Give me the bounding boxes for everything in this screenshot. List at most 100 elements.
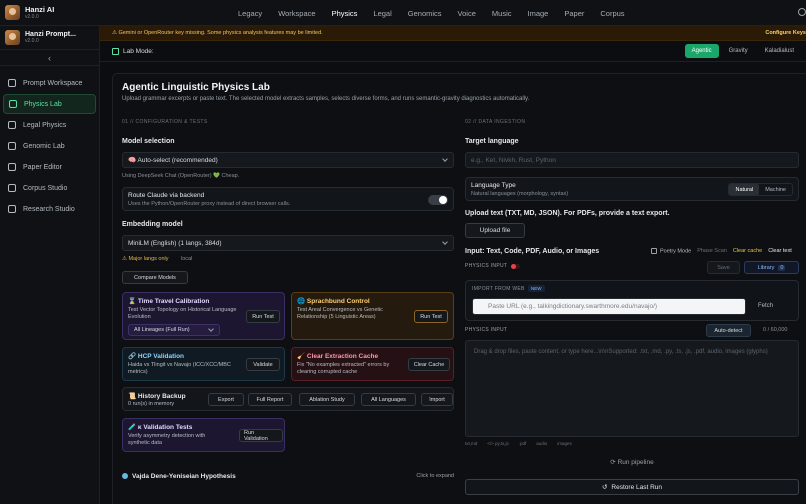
workspace-icon xyxy=(8,79,16,87)
all-languages-button[interactable]: All Languages xyxy=(361,393,416,406)
sidebar-item-paper-editor[interactable]: Paper Editor xyxy=(3,157,96,177)
workspace-version: v2.0.0 xyxy=(25,38,39,44)
fetch-button[interactable]: Fetch xyxy=(758,303,773,309)
import-label: Import xyxy=(429,396,445,403)
sidebar-item-research-studio[interactable]: Research Studio xyxy=(3,199,96,219)
export-label: Export xyxy=(218,396,234,403)
poetry-mode-checkbox[interactable]: Poetry Mode xyxy=(651,248,691,254)
physics-input-indicator[interactable] xyxy=(511,263,521,269)
format-text: txt,md xyxy=(465,441,478,446)
sprachbund-card: 🌐 Sprachbund Control Test Areal Converge… xyxy=(291,292,454,340)
play-icon: ⟳ xyxy=(610,459,618,466)
run-validation-button[interactable]: Run Validation xyxy=(239,429,283,442)
target-language-input[interactable]: e.g., Ket, Nivkh, Rust, Python xyxy=(465,152,799,168)
app-version: v2.0.0 xyxy=(25,14,39,20)
clear-cache-link[interactable]: Clear cache xyxy=(733,248,762,254)
physics-input-tag: PHYSICS INPUT xyxy=(465,263,521,269)
phase-scan-link[interactable]: Phase Scan xyxy=(697,248,727,254)
full-report-button[interactable]: Full Report xyxy=(248,393,292,406)
local-badge: local xyxy=(181,256,193,262)
auto-detect-button[interactable]: Auto-detect xyxy=(706,324,751,337)
sidebar-item-legal-physics[interactable]: Legal Physics xyxy=(3,115,96,135)
export-button[interactable]: Export xyxy=(208,393,244,406)
save-button[interactable]: Save xyxy=(707,261,740,274)
sidebar-item-genomic-lab[interactable]: Genomic Lab xyxy=(3,136,96,156)
configure-keys-link[interactable]: Configure Keys xyxy=(765,30,806,36)
validate-button[interactable]: Validate xyxy=(246,358,280,371)
app-name: Hanzi AI xyxy=(25,5,55,14)
upload-file-button[interactable]: Upload file xyxy=(465,223,525,238)
url-input[interactable]: Paste URL (e.g., talkingdictionary.swart… xyxy=(472,298,746,315)
model-select-value: 🧠 Auto-select (recommended) xyxy=(128,157,218,164)
flask-icon xyxy=(9,100,17,108)
ablation-study-button[interactable]: Ablation Study xyxy=(299,393,355,406)
collapse-sidebar-button[interactable]: ‹ xyxy=(0,50,99,66)
mode-gravity[interactable]: Gravity xyxy=(722,44,755,58)
restore-last-run-button[interactable]: ↺ Restore Last Run xyxy=(465,479,799,495)
section-ingest-heading: 02 // DATA INGESTION xyxy=(465,119,526,125)
mode-agentic[interactable]: Agentic xyxy=(684,44,719,58)
clear-text-link[interactable]: Clear text xyxy=(768,248,792,254)
app-brand[interactable]: Hanzi AI v2.0.0 xyxy=(0,5,100,20)
nav-voice[interactable]: Voice xyxy=(450,9,484,18)
sprachbund-run-button[interactable]: Run Test xyxy=(414,310,448,323)
lineage-select[interactable]: All Lineages (Full Run) xyxy=(128,324,220,336)
nav-legacy[interactable]: Legacy xyxy=(230,9,270,18)
time-travel-run-button[interactable]: Run Test xyxy=(246,310,280,323)
sidebar-item-label: Legal Physics xyxy=(23,121,67,129)
clear-cache-card: 🧹 Clear Extraction Cache Fix "No example… xyxy=(291,347,454,381)
nav-genomics[interactable]: Genomics xyxy=(400,9,450,18)
input-options: Poetry Mode Phase Scan Clear cache Clear… xyxy=(651,248,792,254)
history-title: 📜 History Backup xyxy=(128,393,186,400)
format-code: </> py,ts,js xyxy=(487,441,509,446)
sidebar-item-label: Prompt Workspace xyxy=(23,79,83,87)
k-validation-card: 🧪 κ Validation Tests Verify asymmetry de… xyxy=(122,418,285,452)
nav-legal[interactable]: Legal xyxy=(365,9,399,18)
compare-models-label: Compare Models xyxy=(134,274,176,281)
language-type-natural[interactable]: Natural xyxy=(729,184,760,195)
sidebar-item-label: Genomic Lab xyxy=(23,142,65,150)
run-pipeline-button[interactable]: ⟳ Run pipeline xyxy=(465,458,799,466)
mode-kaladialust[interactable]: Kaladialust xyxy=(758,44,801,58)
k-validation-title: 🧪 κ Validation Tests xyxy=(128,424,193,431)
nav-image[interactable]: Image xyxy=(520,9,557,18)
library-button[interactable]: Library 0 xyxy=(744,261,799,274)
hypothesis-row[interactable]: Vajda Dene-Yeniseian Hypothesis Click to… xyxy=(122,470,454,482)
chevron-down-icon xyxy=(208,326,214,332)
sidebar-item-label: Paper Editor xyxy=(23,163,62,171)
clear-cache-desc: Fix "No examples extracted" errors by cl… xyxy=(297,362,390,375)
embedding-select[interactable]: MiniLM (English) (1 langs, 384d) xyxy=(122,235,454,251)
hcp-title: 🔗 HCP Validation xyxy=(128,353,185,360)
warning-banner: ⚠ Gemini or OpenRouter key missing. Some… xyxy=(100,26,806,41)
sidebar-item-corpus-studio[interactable]: Corpus Studio xyxy=(3,178,96,198)
lineage-select-value: All Lineages (Full Run) xyxy=(134,327,190,333)
route-claude-toggle[interactable] xyxy=(428,195,448,205)
clear-cache-button[interactable]: Clear Cache xyxy=(408,358,450,371)
lab-mode-bar: Lab Mode: Agentic Gravity Kaladialust xyxy=(100,41,806,62)
nav-corpus[interactable]: Corpus xyxy=(592,9,632,18)
import-button[interactable]: Import xyxy=(421,393,453,406)
nav-music[interactable]: Music xyxy=(484,9,520,18)
workspace-name: Hanzi Prompt... xyxy=(25,31,76,38)
sidebar-item-physics-lab[interactable]: Physics Lab xyxy=(3,94,96,114)
physics-input-textarea[interactable]: Drag & drop files, paste content, or typ… xyxy=(465,340,799,437)
url-placeholder: Paste URL (e.g., talkingdictionary.swart… xyxy=(488,303,658,310)
nav-paper[interactable]: Paper xyxy=(556,9,592,18)
chevron-down-icon xyxy=(442,239,448,245)
language-type-machine[interactable]: Machine xyxy=(759,184,792,195)
page-title: Agentic Linguistic Physics Lab xyxy=(122,82,270,93)
format-pdf: .pdf xyxy=(518,441,527,446)
language-type-desc: Natural languages (morphology, syntax) xyxy=(471,191,569,197)
dna-icon xyxy=(8,142,16,150)
lab-mode-label: Lab Mode: xyxy=(123,47,154,55)
model-select[interactable]: 🧠 Auto-select (recommended) xyxy=(122,152,454,168)
compare-models-button[interactable]: Compare Models xyxy=(122,271,188,284)
history-icon: ↺ xyxy=(601,484,608,491)
nav-workspace[interactable]: Workspace xyxy=(270,9,323,18)
workspace-switcher[interactable]: Hanzi Prompt... v2.0.0 xyxy=(0,26,99,50)
nav-physics[interactable]: Physics xyxy=(324,9,366,18)
full-report-label: Full Report xyxy=(256,396,284,403)
chart-icon xyxy=(8,205,16,213)
gear-icon[interactable] xyxy=(798,8,806,16)
sidebar-item-prompt-workspace[interactable]: Prompt Workspace xyxy=(3,73,96,93)
